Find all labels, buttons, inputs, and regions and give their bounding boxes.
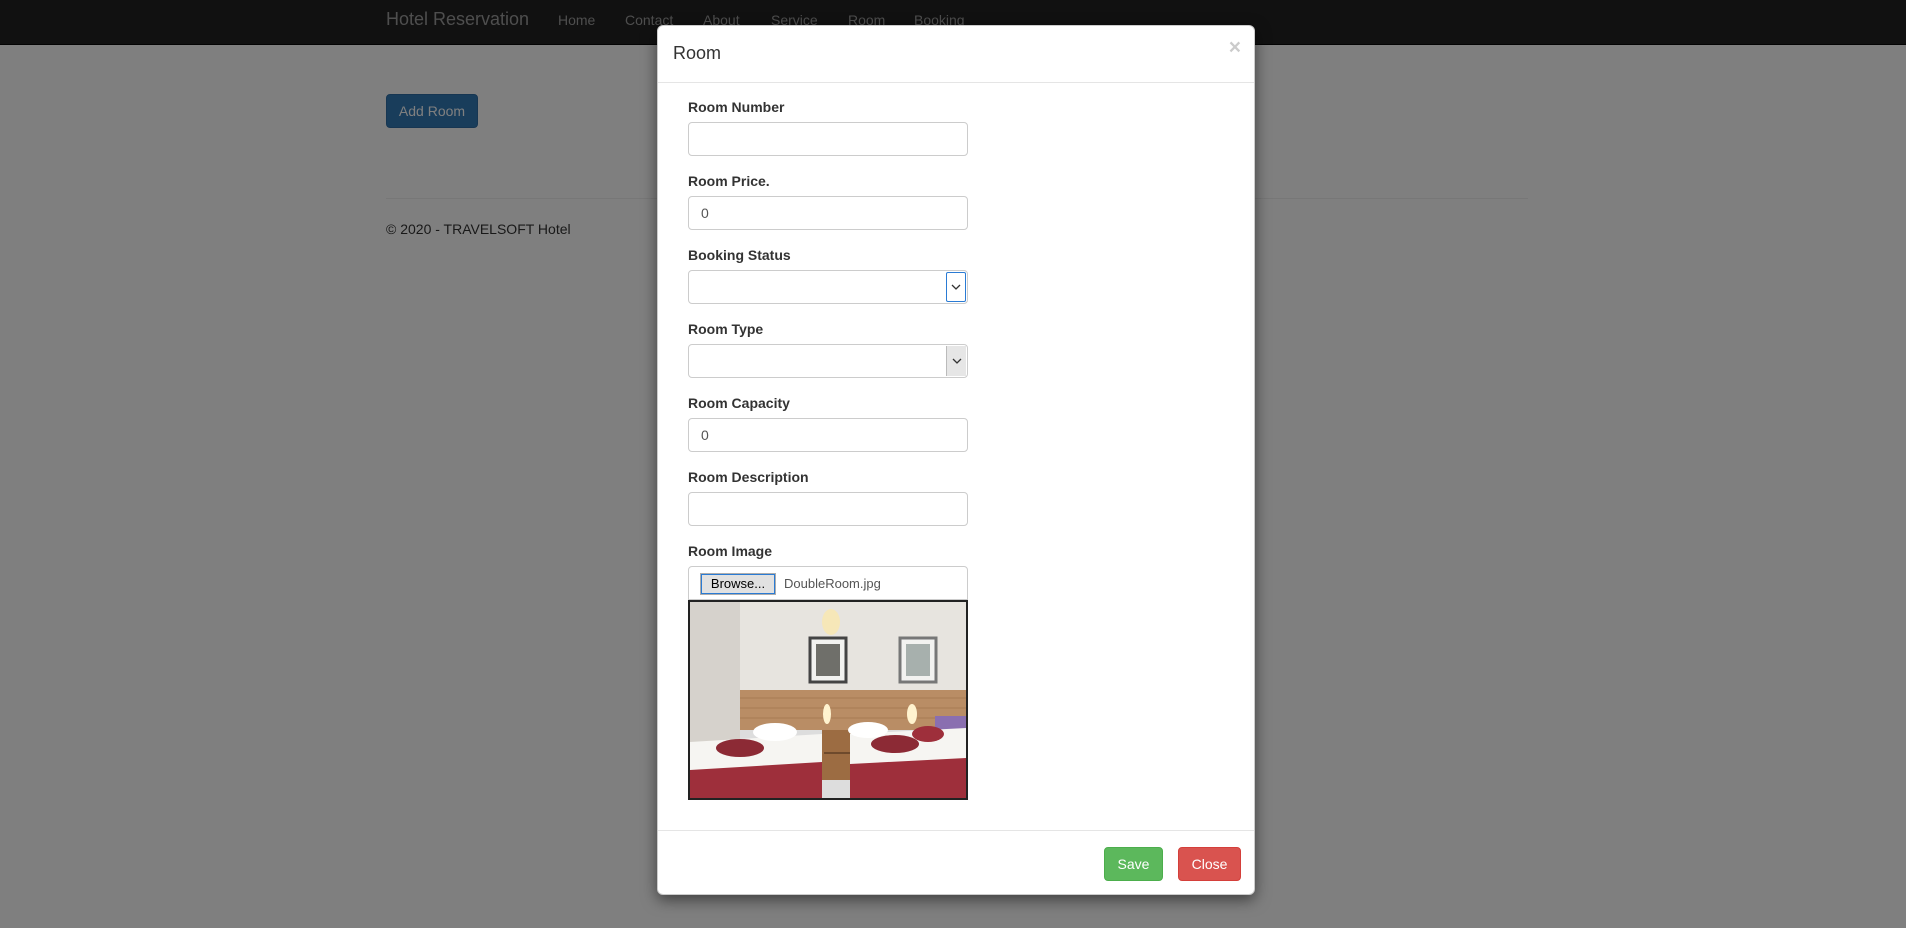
room-description-input[interactable] <box>688 492 968 526</box>
room-number-label: Room Number <box>688 99 785 115</box>
chevron-down-icon[interactable] <box>946 272 966 302</box>
room-type-label: Room Type <box>688 321 764 337</box>
close-button[interactable]: Close <box>1178 847 1241 881</box>
close-icon[interactable]: × <box>1229 37 1241 59</box>
room-capacity-input[interactable] <box>688 418 968 452</box>
room-number-input[interactable] <box>688 122 968 156</box>
modal-footer-divider <box>658 830 1254 831</box>
room-description-label: Room Description <box>688 469 809 485</box>
room-image-label: Room Image <box>688 543 773 559</box>
room-modal: Room × Room Number Room Price. Booking S… <box>657 25 1255 895</box>
save-button[interactable]: Save <box>1104 847 1163 881</box>
room-price-label: Room Price. <box>688 173 770 189</box>
room-type-select[interactable] <box>688 344 968 378</box>
selected-file-name: DoubleRoom.jpg <box>784 576 881 591</box>
room-price-input[interactable] <box>688 196 968 230</box>
room-capacity-label: Room Capacity <box>688 395 790 411</box>
room-image-file-input[interactable]: Browse... DoubleRoom.jpg <box>688 566 968 600</box>
browse-button[interactable]: Browse... <box>700 573 776 595</box>
booking-status-label: Booking Status <box>688 247 791 263</box>
modal-title: Room <box>673 43 722 63</box>
modal-header: Room × <box>658 26 1254 83</box>
hotel-room-photo <box>690 602 966 798</box>
room-image-preview <box>688 600 968 800</box>
booking-status-select[interactable] <box>688 270 968 304</box>
chevron-down-icon[interactable] <box>946 346 966 376</box>
